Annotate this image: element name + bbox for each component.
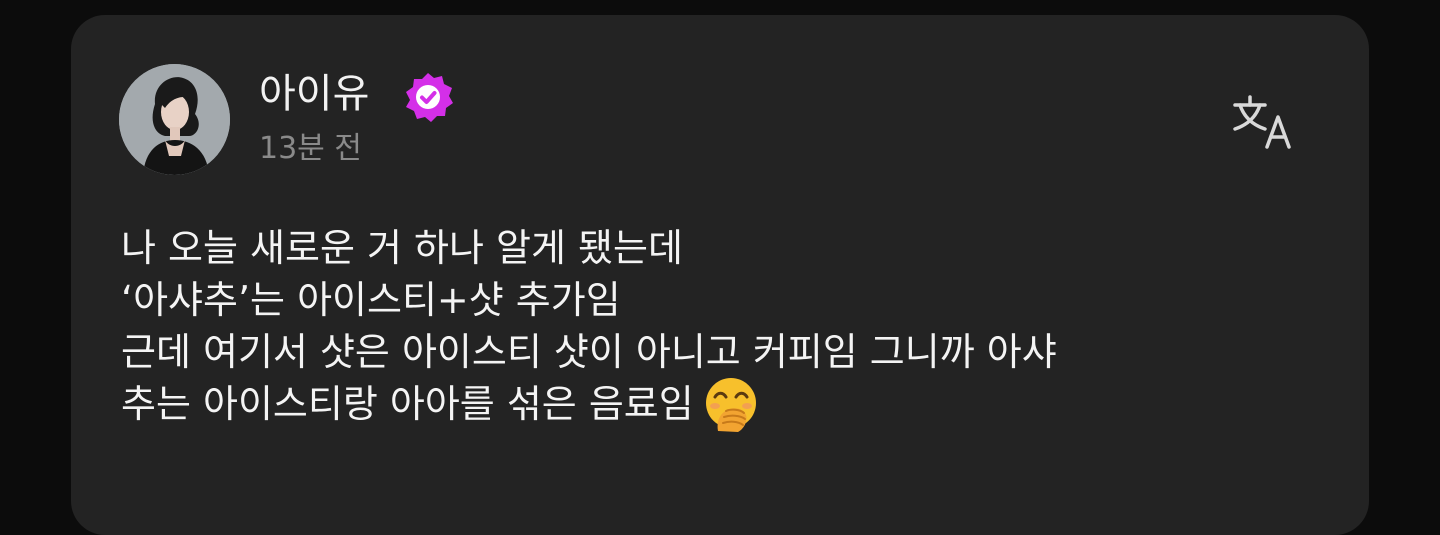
post-text-line: ‘아샤추’는 아이스티+샷 추가임 xyxy=(121,278,621,322)
verified-badge-icon xyxy=(406,73,453,122)
post-text-line: 나 오늘 새로운 거 하나 알게 됐는데 xyxy=(121,226,683,270)
profile-photo-icon xyxy=(119,64,230,175)
post-body: 나 오늘 새로운 거 하나 알게 됐는데 ‘아샤추’는 아이스티+샷 추가임 근… xyxy=(121,222,1341,432)
face-with-hand-over-mouth-emoji-icon xyxy=(705,377,756,432)
author-name[interactable]: 아이유 xyxy=(259,69,369,119)
post-card: 아이유 13분 전 나 오늘 새로운 거 하나 알게 됐는데 ‘아샤추’는 아이… xyxy=(71,15,1369,535)
translate-icon[interactable] xyxy=(1231,91,1301,153)
post-text-line: 추는 아이스티랑 아아를 섞은 음료임 xyxy=(121,382,694,426)
post-text-line-last: 추는 아이스티랑 아아를 섞은 음료임 xyxy=(121,377,1341,432)
post-timestamp: 13분 전 xyxy=(259,131,362,166)
post-text-line: 근데 여기서 샷은 아이스티 샷이 아니고 커피임 그니까 아샤 xyxy=(121,330,1057,374)
author-avatar[interactable] xyxy=(119,64,230,175)
